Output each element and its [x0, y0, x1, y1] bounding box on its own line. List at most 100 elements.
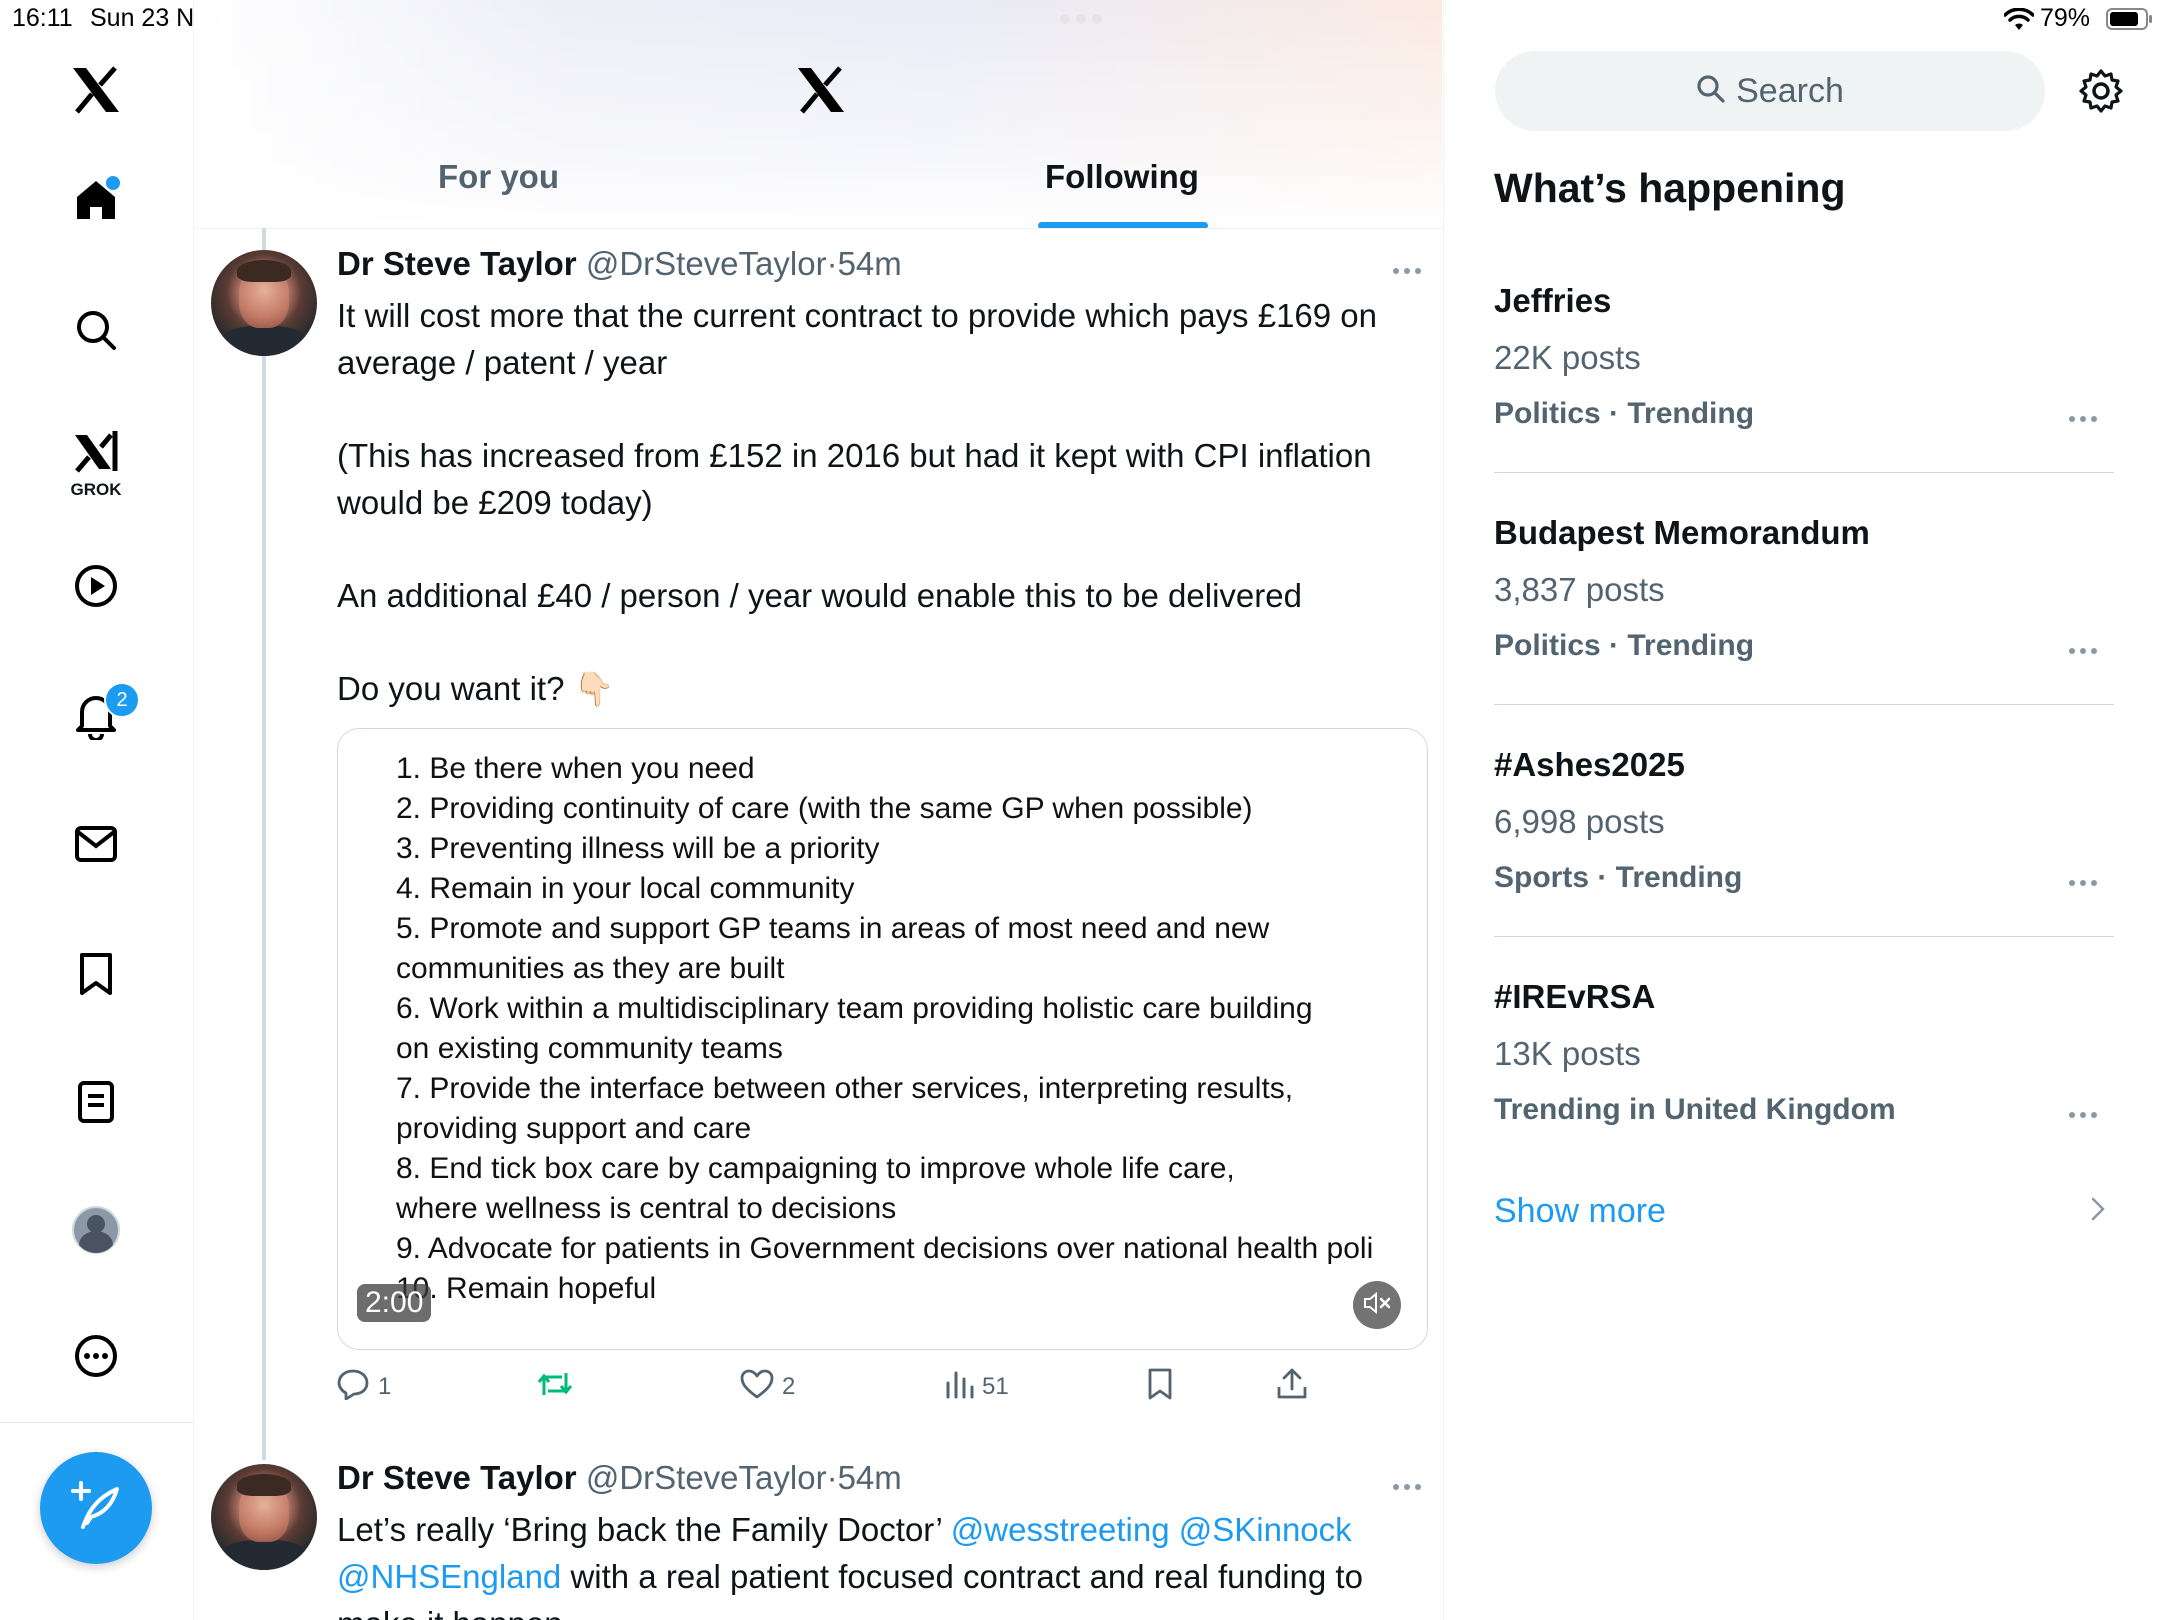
grok-icon: [71, 429, 121, 478]
sidebar-item-grok[interactable]: GROK: [70, 428, 122, 500]
bookmark-button[interactable]: [1146, 1365, 1174, 1409]
grok-label: GROK: [70, 479, 122, 499]
reply-button[interactable]: 1: [336, 1365, 391, 1409]
compose-post-button[interactable]: [40, 1452, 152, 1564]
video-line: 2. Providing continuity of care (with th…: [396, 792, 1253, 825]
sidebar: GROK 2: [0, 0, 194, 1620]
tweet-video[interactable]: 1. Be there when you need 2. Providing c…: [337, 728, 1428, 1350]
battery-icon: [2106, 7, 2154, 31]
trend-name[interactable]: #Ashes2025: [1494, 746, 1685, 784]
play-icon: [73, 563, 119, 614]
trend-more-button[interactable]: [2068, 864, 2098, 895]
share-icon: [1276, 1367, 1308, 1408]
sidebar-item-home[interactable]: [70, 174, 122, 228]
sidebar-item-lists[interactable]: [70, 1078, 122, 1130]
show-more-link[interactable]: Show more: [1494, 1192, 1666, 1231]
sidebar-item-bookmarks[interactable]: [70, 950, 122, 1002]
tweet-paragraph: An additional £40 / person / year would …: [337, 577, 1302, 614]
home-notification-dot: [104, 174, 122, 192]
notifications-badge: 2: [104, 682, 140, 718]
tweet-header: Dr Steve Taylor @DrSteveTaylor·54m: [337, 1459, 902, 1497]
reply-icon: [336, 1368, 370, 1407]
gear-icon: [2078, 69, 2124, 118]
tweet-text: with a real patient focused contract and…: [561, 1558, 1363, 1595]
share-button[interactable]: [1276, 1365, 1308, 1409]
tweet-author-avatar[interactable]: [211, 250, 317, 356]
mention-link[interactable]: @SKinnock: [1179, 1511, 1352, 1548]
like-button[interactable]: 2: [740, 1365, 795, 1409]
sidebar-divider: [0, 1422, 193, 1423]
video-line: 9. Advocate for patients in Government d…: [396, 1232, 1374, 1265]
tweet-meta-dot: ·: [826, 1459, 838, 1496]
search-input[interactable]: Search: [1495, 51, 2045, 131]
tweet-author-handle[interactable]: @DrSteveTaylor: [586, 1459, 827, 1496]
trend-posts: 13K posts: [1494, 1035, 1641, 1072]
tweet-text: Let’s really ‘Bring back the Family Doct…: [337, 1511, 951, 1548]
mention-link[interactable]: @wesstreeting: [951, 1511, 1170, 1548]
search-icon: [1696, 74, 1726, 109]
trends-title: What’s happening: [1494, 165, 1846, 211]
sidebar-item-explore[interactable]: [70, 306, 122, 358]
views-chart-icon: [944, 1369, 974, 1406]
sidebar-item-notifications[interactable]: 2: [70, 682, 140, 744]
trend-context: Trending in United Kingdom: [1494, 1093, 1896, 1126]
tweet-text: make it happen: [337, 1605, 563, 1620]
search-placeholder: Search: [1736, 71, 1844, 110]
sidebar-item-messages[interactable]: [70, 820, 122, 872]
tweet-author-handle[interactable]: @DrSteveTaylor: [586, 245, 827, 282]
settings-button[interactable]: [2078, 68, 2124, 114]
video-line: providing support and care: [396, 1112, 752, 1145]
x-logo-icon[interactable]: [70, 64, 122, 116]
sidebar-item-profile[interactable]: [70, 1205, 122, 1260]
sidebar-item-more[interactable]: [70, 1332, 122, 1384]
video-line: where wellness is central to decisions: [396, 1192, 897, 1225]
trend-name[interactable]: #IREvRSA: [1494, 978, 1655, 1016]
trend-context: Sports · Trending: [1494, 861, 1743, 894]
tweet-header: Dr Steve Taylor @DrSteveTaylor·54m: [337, 245, 902, 283]
mail-icon: [74, 824, 118, 869]
tweet-time[interactable]: 54m: [838, 1459, 902, 1496]
video-line: 10. Remain hopeful: [396, 1272, 657, 1305]
tab-following[interactable]: Following: [1045, 158, 1199, 196]
trend-posts: 22K posts: [1494, 339, 1641, 376]
profile-avatar-icon: [71, 1205, 121, 1260]
trend-name[interactable]: Jeffries: [1494, 282, 1611, 320]
list-icon: [76, 1079, 116, 1130]
video-line: 5. Promote and support GP teams in areas…: [396, 912, 1270, 945]
tweet-paragraph: (This has increased from £152 in 2016 bu…: [337, 437, 1372, 521]
battery-percent: 79%: [2040, 4, 2091, 32]
mute-button[interactable]: [1353, 1281, 1401, 1329]
repost-icon: [536, 1369, 574, 1406]
tab-for-you[interactable]: For you: [438, 158, 559, 196]
reply-count: 1: [378, 1373, 392, 1400]
mention-link[interactable]: @NHSEngland: [337, 1558, 561, 1595]
video-duration: 2:00: [357, 1284, 432, 1322]
sidebar-item-video[interactable]: [70, 562, 122, 614]
tweet-meta-dot: ·: [826, 245, 838, 282]
video-line: communities as they are built: [396, 952, 785, 985]
trend-posts: 3,837 posts: [1494, 571, 1665, 608]
bookmark-icon: [1146, 1367, 1174, 1408]
tweet-more-button[interactable]: [1392, 250, 1422, 284]
feed-border: [1443, 0, 1444, 1620]
trend-posts: 6,998 posts: [1494, 803, 1665, 840]
tweet-more-button[interactable]: [1392, 1466, 1422, 1500]
tweet-time[interactable]: 54m: [838, 245, 902, 282]
trend-divider: [1494, 704, 2114, 705]
video-frame-text: 1. Be there when you need 2. Providing c…: [396, 749, 1427, 1309]
trend-more-button[interactable]: [2068, 400, 2098, 431]
tweet-author-name[interactable]: Dr Steve Taylor: [337, 245, 577, 282]
tweet-paragraph: Do you want it? 👇🏻: [337, 670, 615, 707]
like-count: 2: [782, 1373, 796, 1400]
wifi-icon: [2003, 7, 2035, 32]
tweet-author-name[interactable]: Dr Steve Taylor: [337, 1459, 577, 1496]
trend-more-button[interactable]: [2068, 632, 2098, 663]
video-line: 4. Remain in your local community: [396, 872, 855, 905]
repost-button[interactable]: [536, 1365, 582, 1409]
trend-more-button[interactable]: [2068, 1096, 2098, 1127]
chevron-right-icon: [2090, 1196, 2106, 1230]
views-button[interactable]: 51: [944, 1365, 1009, 1409]
tweet-author-avatar[interactable]: [211, 1464, 317, 1570]
tweet-paragraph: It will cost more that the current contr…: [337, 297, 1378, 381]
trend-name[interactable]: Budapest Memorandum: [1494, 514, 1870, 552]
